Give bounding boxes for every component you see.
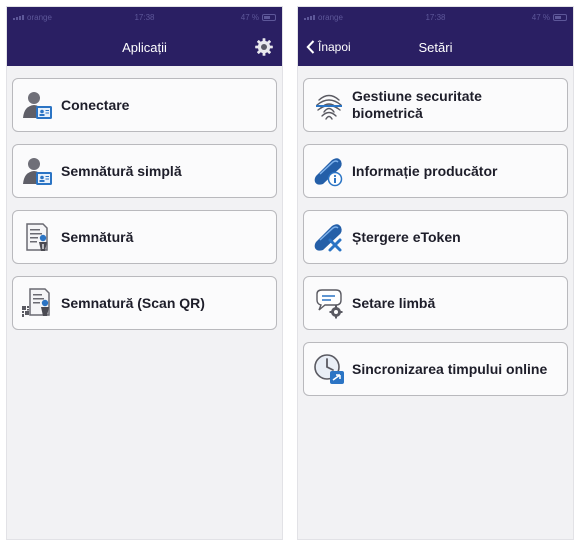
page-title: Aplicații <box>122 39 167 55</box>
clock-sync-icon <box>314 354 344 384</box>
status-bar: orange 17:38 47 % <box>298 7 573 28</box>
list-item-time-sync[interactable]: Sincronizarea timpului online <box>303 342 568 396</box>
list-item-producer-info[interactable]: Informație producător <box>303 144 568 198</box>
list-item-language[interactable]: Setare limbă <box>303 276 568 330</box>
qr-document-pen-icon <box>22 288 50 317</box>
signal-icon <box>13 15 24 20</box>
apps-screen: orange 17:38 47 % Aplicații Conectare Se… <box>6 6 283 540</box>
navigation-bar: Aplicații <box>7 28 282 66</box>
token-delete-icon <box>314 224 342 252</box>
user-card-icon <box>23 92 52 119</box>
list-item-conectare[interactable]: Conectare <box>12 78 277 132</box>
list-item-delete-etoken[interactable]: Ștergere eToken <box>303 210 568 264</box>
navigation-bar: Înapoi Setări <box>298 28 573 66</box>
user-card-icon <box>23 158 52 185</box>
list-item-label: Conectare <box>61 96 130 113</box>
list-item-label: Informație producător <box>352 162 498 179</box>
chevron-left-icon <box>306 40 315 54</box>
battery-icon <box>262 14 276 21</box>
battery-percent: 47 % <box>531 13 550 22</box>
list-item-label: Gestiune securitate biometrică <box>352 88 482 121</box>
list-item-semnatura-scan-qr[interactable]: Semnatură (Scan QR) <box>12 276 277 330</box>
list-item-label: Semnătură <box>61 228 134 245</box>
settings-screen: orange 17:38 47 % Înapoi Setări Gestiune… <box>297 6 574 540</box>
token-info-icon <box>314 158 343 187</box>
list-item-label: Semnătură simplă <box>61 162 182 179</box>
gear-icon[interactable] <box>254 37 274 57</box>
battery-percent: 47 % <box>240 13 259 22</box>
settings-list: Gestiune securitate biometrică Informați… <box>298 66 573 396</box>
list-item-label: Ștergere eToken <box>352 228 461 245</box>
back-label: Înapoi <box>318 40 351 54</box>
list-item-semnatura-simpla[interactable]: Semnătură simplă <box>12 144 277 198</box>
apps-list: Conectare Semnătură simplă Semnătură Sem… <box>7 66 282 330</box>
list-item-label: Semnatură (Scan QR) <box>61 294 205 311</box>
language-bubble-icon <box>316 289 343 319</box>
list-item-biometric[interactable]: Gestiune securitate biometrică <box>303 78 568 132</box>
document-pen-icon <box>26 223 48 251</box>
list-item-label: Sincronizarea timpului online <box>352 360 548 377</box>
page-title: Setări <box>418 39 453 55</box>
fingerprint-icon <box>316 94 342 120</box>
list-item-label: Setare limbă <box>352 294 436 311</box>
battery-icon <box>553 14 567 21</box>
carrier-name: orange <box>318 13 343 22</box>
list-item-semnatura[interactable]: Semnătură <box>12 210 277 264</box>
signal-icon <box>304 15 315 20</box>
carrier-name: orange <box>27 13 52 22</box>
back-button[interactable]: Înapoi <box>306 28 351 66</box>
status-bar: orange 17:38 47 % <box>7 7 282 28</box>
